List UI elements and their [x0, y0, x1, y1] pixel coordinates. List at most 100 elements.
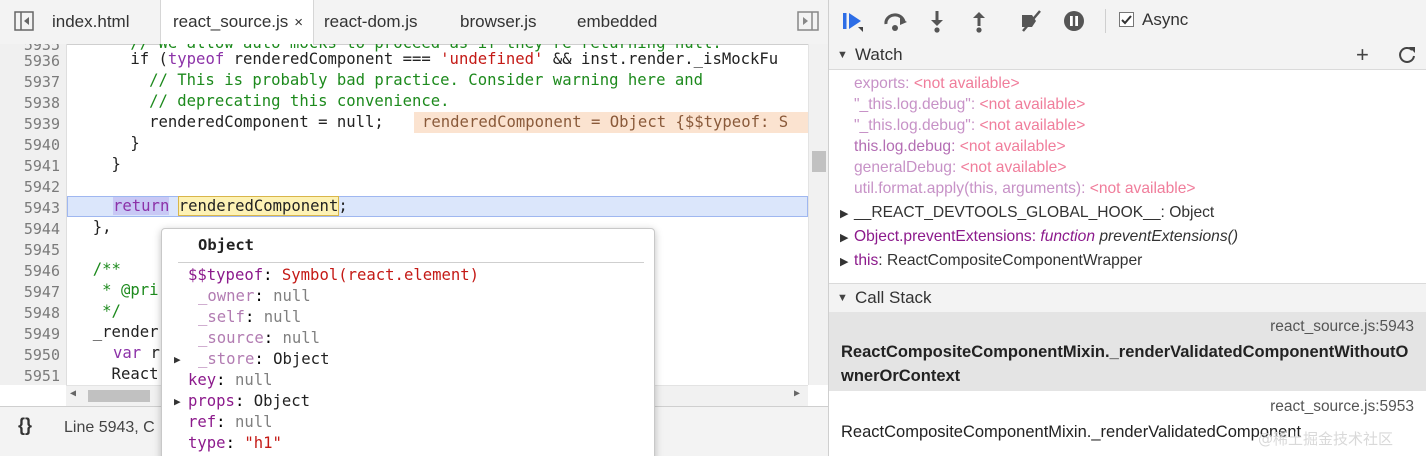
tab-react-source-js[interactable]: react_source.js ×	[160, 0, 315, 45]
line-number[interactable]: 5940	[0, 136, 60, 154]
editor-vertical-scrollbar[interactable]	[808, 44, 828, 385]
frame-location: react_source.js:5943	[1270, 318, 1414, 335]
expand-triangle-icon[interactable]: ▶	[840, 231, 848, 244]
object-property: type: "h1"	[188, 434, 282, 452]
code-line: renderedComponent = null;	[74, 113, 384, 131]
step-over-icon[interactable]	[883, 9, 907, 33]
code-line: // deprecating this convenience.	[74, 92, 450, 110]
checkmark-icon	[1121, 15, 1132, 25]
frame-function-name: ReactCompositeComponentMixin._renderVali…	[841, 343, 1409, 385]
code-line: }	[74, 155, 121, 173]
object-property: $$typeof: Symbol(react.element)	[188, 266, 480, 284]
scroll-right-arrow-icon[interactable]: ▶	[794, 388, 800, 399]
watch-expression[interactable]: this.log.debug: <not available>	[854, 138, 1066, 156]
step-into-icon[interactable]	[925, 9, 949, 33]
line-number[interactable]: 5951	[0, 367, 60, 385]
object-property-expandable[interactable]: props: Object	[188, 392, 310, 410]
toggle-navigator-icon[interactable]	[14, 11, 34, 31]
line-number[interactable]: 5950	[0, 346, 60, 364]
code-line: _render	[74, 323, 159, 341]
watch-title: Watch	[855, 45, 903, 64]
line-number[interactable]: 5939	[0, 115, 60, 133]
hovered-variable[interactable]: renderedComponent	[177, 196, 340, 216]
scroll-left-arrow-icon[interactable]: ◀	[70, 388, 76, 399]
watch-expression[interactable]: "_this.log.debug": <not available>	[854, 96, 1085, 114]
call-frame-selected[interactable]: react_source.js:5943 ReactCompositeCompo…	[829, 312, 1426, 391]
divider	[178, 262, 644, 263]
refresh-icon[interactable]	[1397, 45, 1417, 65]
code-line-current: return renderedComponent;	[113, 196, 348, 216]
tab-label: embedded	[577, 12, 658, 31]
expand-triangle-icon[interactable]: ▶	[174, 353, 181, 366]
resume-icon[interactable]	[841, 9, 865, 33]
code-line: // This is probably bad practice. Consid…	[74, 71, 704, 89]
code-line: React	[74, 365, 159, 383]
line-number[interactable]: 5945	[0, 241, 60, 259]
expand-triangle-icon[interactable]: ▶	[174, 395, 181, 408]
expand-triangle-icon[interactable]: ▶	[840, 207, 848, 220]
line-number[interactable]: 5943	[0, 199, 60, 217]
tab-browser-js[interactable]: browser.js	[460, 0, 537, 44]
watch-expression-expandable[interactable]: this: ReactCompositeComponentWrapper	[854, 252, 1142, 270]
tab-label: index.html	[52, 12, 130, 31]
tab-label: react_source.js	[173, 12, 289, 31]
deactivate-breakpoints-icon[interactable]	[1019, 9, 1043, 33]
tab-embedded[interactable]: embedded	[577, 0, 657, 44]
tab-index-html[interactable]: index.html	[52, 0, 129, 44]
expand-triangle-icon[interactable]: ▶	[840, 255, 848, 268]
watch-expression-expandable[interactable]: Object.preventExtensions: function preve…	[854, 228, 1238, 246]
line-number[interactable]: 5941	[0, 157, 60, 175]
object-property: ref: null	[188, 413, 273, 431]
call-stack-section-header[interactable]: ▼ Call Stack	[829, 283, 1426, 313]
watermark: @稀土掘金技术社区	[1258, 430, 1394, 448]
debugger-sidebar: Async ▼ Watch + exports: <not available>…	[829, 0, 1426, 456]
line-number[interactable]: 5938	[0, 94, 60, 112]
line-number[interactable]: 5936	[0, 52, 60, 70]
inline-variable-value: renderedComponent = Object {$$typeof: S	[422, 113, 789, 131]
code-line: var r	[113, 344, 160, 362]
watch-expression[interactable]: generalDebug: <not available>	[854, 159, 1066, 177]
object-property: key: null	[188, 371, 273, 389]
step-out-icon[interactable]	[967, 9, 991, 33]
line-number[interactable]: 5947	[0, 283, 60, 301]
call-stack-title: Call Stack	[855, 288, 932, 307]
line-number[interactable]: 5942	[0, 178, 60, 196]
code-line: /**	[74, 260, 121, 278]
object-property: _owner: null	[198, 287, 311, 305]
pretty-print-button[interactable]: {}	[18, 415, 32, 436]
tab-react-dom-js[interactable]: react-dom.js	[324, 0, 418, 44]
collapse-triangle-icon[interactable]: ▼	[837, 49, 848, 61]
watch-expression[interactable]: util.format.apply(this, arguments): <not…	[854, 180, 1196, 198]
line-number[interactable]: 5948	[0, 304, 60, 322]
object-property: _source: null	[198, 329, 321, 347]
toolbar-divider	[1105, 9, 1106, 33]
popover-title: Object	[198, 236, 254, 254]
watch-expression[interactable]: exports: <not available>	[854, 75, 1020, 93]
watch-expression[interactable]: "_this.log.debug": <not available>	[854, 117, 1085, 135]
code-line: */	[74, 302, 121, 320]
object-property-expandable[interactable]: _store: Object	[198, 350, 329, 368]
watch-expression-expandable[interactable]: __REACT_DEVTOOLS_GLOBAL_HOOK__: Object	[854, 204, 1214, 222]
line-number[interactable]: 5946	[0, 262, 60, 280]
line-number[interactable]: 5937	[0, 73, 60, 91]
object-preview-popover: Object $$typeof: Symbol(react.element) _…	[161, 228, 655, 456]
scrollbar-thumb[interactable]	[88, 390, 150, 402]
scrollbar-thumb[interactable]	[812, 151, 826, 172]
add-watch-icon[interactable]: +	[1356, 42, 1369, 68]
async-checkbox[interactable]	[1119, 12, 1134, 27]
collapse-triangle-icon[interactable]: ▼	[837, 292, 848, 304]
debugger-toolbar: Async	[829, 0, 1426, 42]
close-tab-icon[interactable]: ×	[294, 14, 303, 31]
cursor-position: Line 5943, C	[64, 419, 155, 436]
async-label[interactable]: Async	[1142, 10, 1188, 30]
code-line: }	[74, 134, 140, 152]
pause-on-exceptions-icon[interactable]	[1062, 9, 1086, 33]
code-line: },	[74, 218, 112, 236]
return-keyword: return	[113, 197, 170, 215]
line-number-gutter[interactable]: 5935 5936 5937 5938 5939 5940 5941 5942 …	[0, 44, 67, 385]
tab-label: react-dom.js	[324, 12, 418, 31]
toggle-debugger-sidebar-icon[interactable]	[797, 11, 819, 31]
watch-section-header[interactable]: ▼ Watch +	[829, 41, 1426, 70]
line-number[interactable]: 5949	[0, 325, 60, 343]
line-number[interactable]: 5944	[0, 220, 60, 238]
